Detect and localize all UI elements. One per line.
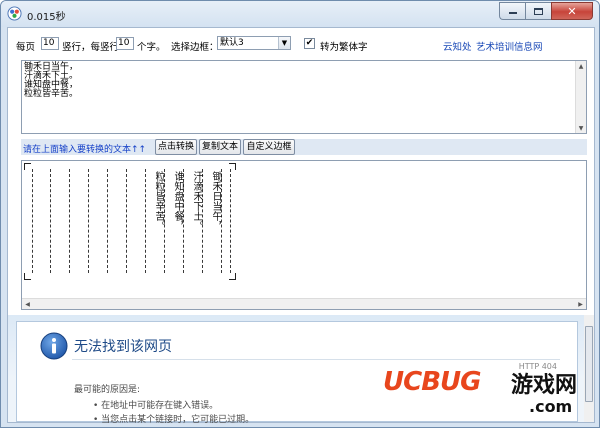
maximize-button[interactable]: [525, 2, 551, 20]
column-rule: [164, 169, 165, 273]
column-rule: [69, 169, 70, 273]
maximize-icon: [534, 7, 543, 15]
watermark-brand: UCBUG: [383, 367, 481, 397]
column-rule: [88, 169, 89, 273]
border-select[interactable]: 默认3 ▼: [217, 36, 291, 50]
preview-column: 汗滴禾下土。: [191, 171, 202, 231]
column-rule: [32, 169, 33, 273]
border-corner-icon: [24, 273, 31, 280]
chevron-down-icon: ▼: [278, 37, 290, 49]
source-line: 粒粒皆辛苦。: [24, 89, 79, 99]
preview-column: 粒粒皆辛苦。: [153, 171, 164, 231]
close-icon: ✕: [567, 4, 577, 18]
app-window: 0.015秒 ✕ 每页 10 竖行，每竖行 10 个字。 选择边框： 默认3 ▼: [0, 0, 600, 428]
columns-label: 竖行，每竖行: [62, 42, 120, 53]
reason-bullet: • 在地址中可能存在键入错误。: [93, 401, 219, 411]
scroll-right-icon[interactable]: ▶: [575, 299, 586, 309]
error-title: 无法找到该网页: [74, 339, 172, 355]
columns-per-page-input[interactable]: 10: [41, 37, 59, 50]
scroll-down-icon[interactable]: ▼: [576, 123, 586, 133]
close-button[interactable]: ✕: [551, 2, 593, 20]
reason-bullet: • 当您点击某个链接时，它可能已过期。: [93, 415, 255, 425]
title-bar: 0.015秒 ✕: [1, 1, 599, 27]
client-area: 每页 10 竖行，每竖行 10 个字。 选择边框： 默认3 ▼ ✔ 转为繁体字 …: [7, 27, 595, 425]
input-scrollbar[interactable]: ▲ ▼: [575, 61, 586, 133]
link-yunzhichu[interactable]: 云知处: [443, 39, 472, 53]
watermark-game: 游戏网: [511, 373, 578, 398]
border-select-value: 默认3: [220, 38, 244, 48]
error-divider: [72, 359, 560, 360]
source-text-lines: 锄禾日当午， 汗滴禾下土。 谁知盘中餐， 粒粒皆辛苦。: [24, 63, 78, 99]
settings-row: 每页 10 竖行，每竖行 10 个字。 选择边框： 默认3 ▼ ✔ 转为繁体字 …: [8, 28, 594, 58]
traditional-label: 转为繁体字: [320, 42, 368, 53]
column-rule: [183, 169, 184, 273]
column-rule: [145, 169, 146, 273]
border-select-label: 选择边框：: [171, 42, 219, 53]
border-corner-icon: [229, 273, 236, 280]
traditional-checkbox[interactable]: ✔: [304, 38, 315, 49]
app-logo-icon: [7, 6, 22, 21]
preview-scrollbar[interactable]: ◀ ▶: [22, 298, 586, 309]
column-rule: [202, 169, 203, 273]
reason-bullet-text: 当您点击某个链接时，它可能已过期。: [101, 415, 255, 425]
column-rule: [107, 169, 108, 273]
preview-page: 锄禾日当午， 汗滴禾下土。 谁知盘中餐， 粒粒皆辛苦。: [24, 163, 236, 280]
chars-label: 个字。: [137, 42, 166, 53]
reason-bullet-text: 在地址中可能存在键入错误。: [101, 401, 219, 411]
action-bar: 请在上面输入要转换的文本↑↑ 点击转换 复制文本 自定义边框: [21, 139, 587, 155]
column-rule: [230, 169, 231, 273]
convert-button[interactable]: 点击转换: [155, 139, 197, 155]
window-title: 0.015秒: [27, 12, 66, 23]
link-art-training[interactable]: 艺术培训信息网: [476, 39, 543, 53]
web-scrollbar[interactable]: [584, 315, 594, 422]
vertical-text-preview[interactable]: 锄禾日当午， 汗滴禾下土。 谁知盘中餐， 粒粒皆辛苦。 ◀ ▶: [21, 160, 587, 310]
custom-border-button[interactable]: 自定义边框: [243, 139, 295, 155]
scroll-left-icon[interactable]: ◀: [22, 299, 33, 309]
column-rule: [221, 169, 222, 273]
info-icon: [40, 332, 68, 360]
border-corner-icon: [24, 163, 31, 170]
scroll-up-icon[interactable]: ▲: [576, 61, 586, 71]
reason-heading: 最可能的原因是:: [74, 385, 141, 395]
column-rule: [50, 169, 51, 273]
input-hint: 请在上面输入要转换的文本↑↑: [23, 145, 147, 155]
minimize-icon: [508, 12, 517, 14]
watermark-domain: .com: [529, 397, 573, 416]
site-watermark: UCBUG 游戏网 .com: [383, 367, 583, 423]
preview-column: 锄禾日当午，: [210, 171, 221, 231]
web-scrollbar-thumb[interactable]: [585, 326, 593, 402]
copy-text-button[interactable]: 复制文本: [199, 139, 241, 155]
chars-per-column-input[interactable]: 10: [116, 37, 134, 50]
per-page-label: 每页: [16, 42, 36, 53]
source-text-input[interactable]: 锄禾日当午， 汗滴禾下土。 谁知盘中餐， 粒粒皆辛苦。 ▲ ▼: [21, 60, 587, 134]
preview-column: 谁知盘中餐，: [172, 171, 183, 231]
minimize-button[interactable]: [499, 2, 525, 20]
column-rule: [126, 169, 127, 273]
